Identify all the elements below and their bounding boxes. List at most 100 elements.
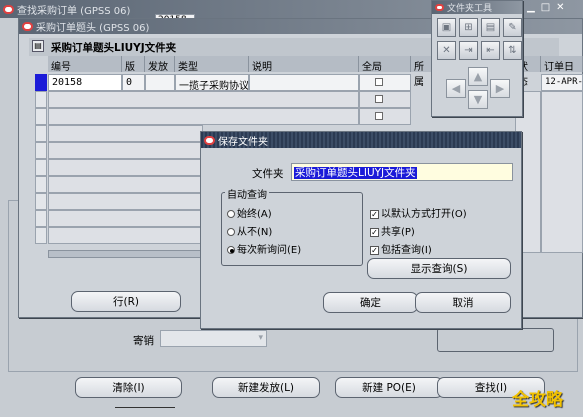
new-po-button[interactable]: 新建 PO(E) (335, 377, 443, 398)
oracle-icon (22, 22, 33, 31)
close-icon[interactable]: ✕ (556, 2, 570, 13)
cell-revision[interactable]: 0 (122, 74, 145, 91)
table-row[interactable] (48, 193, 203, 210)
radio-never-label: 从不(N) (237, 227, 273, 238)
clear-button[interactable]: 清除(I) (75, 377, 182, 398)
bottom-strip (115, 407, 175, 417)
col-header-global[interactable]: 全局 (359, 56, 411, 73)
global-checkbox[interactable] (375, 112, 383, 120)
lines-button[interactable]: 行(R) (71, 291, 181, 312)
minimize-icon[interactable]: ▁ (527, 2, 541, 13)
oracle-icon (204, 135, 215, 145)
save-folder-titlebar: 保存文件夹 (201, 132, 521, 148)
row-selector[interactable] (35, 91, 47, 108)
row-selector[interactable] (35, 159, 47, 176)
col-header-description[interactable]: 说明 (249, 56, 359, 73)
folder-name: 采购订单题头LIUYJ文件夹 (51, 42, 177, 54)
cell-date[interactable]: 12-APR- (541, 74, 583, 91)
radio-always-label: 始终(A) (237, 209, 272, 220)
left-arrow-icon[interactable]: ◀ (446, 79, 466, 98)
save-folder-icon[interactable]: ▤ (481, 18, 500, 37)
radio-ask-indicator[interactable] (227, 246, 235, 254)
widen-column-icon[interactable]: ⇤ (481, 41, 500, 60)
horizontal-scrollbar[interactable] (48, 250, 203, 258)
radio-never-indicator[interactable] (227, 228, 235, 236)
check-include-query-box[interactable]: ✓ (370, 245, 379, 255)
edit-folder-icon[interactable]: ✎ (503, 18, 522, 37)
table-row[interactable] (48, 159, 203, 176)
save-folder-title: 保存文件夹 (218, 136, 268, 148)
folder-tools-palette: 文件夹工具 ▣ ⊞ ▤ ✎ ✕ ⇥ ⇤ ⇅ ▲ ◀ ▶ ▼ (431, 0, 523, 117)
table-row[interactable] (48, 108, 359, 125)
cell-description[interactable] (249, 74, 359, 91)
po-summary-title: 采购订单题头 (GPSS 06) (36, 23, 150, 34)
new-folder-icon[interactable]: ⊞ (459, 18, 478, 37)
site-watermark-logo: 全攻略 (512, 390, 563, 410)
col-header-release[interactable]: 发放 (145, 56, 175, 73)
find-po-title: 查找采购订单 (GPSS 06) (17, 5, 131, 17)
col-header-owner[interactable]: 所属 (411, 56, 433, 88)
cell-global[interactable] (359, 74, 411, 91)
table-row-global[interactable] (359, 91, 411, 108)
row-selector[interactable] (35, 210, 47, 227)
radio-never[interactable]: 从不(N) (227, 223, 272, 238)
sort-icon[interactable]: ⇅ (503, 41, 522, 60)
consigned-select[interactable]: ▾ (160, 330, 267, 347)
folder-list-icon[interactable]: ▤ (32, 40, 44, 52)
cell-type[interactable]: 一揽子采购协议 (175, 74, 249, 91)
table-row-global[interactable] (359, 108, 411, 125)
show-query-button[interactable]: 显示查询(S) (367, 258, 511, 279)
maximize-icon[interactable]: □ (541, 2, 556, 13)
table-row[interactable] (48, 227, 203, 244)
check-open-default-label: 以默认方式打开(O) (381, 209, 467, 220)
radio-always[interactable]: 始终(A) (227, 205, 272, 220)
cell-number[interactable]: 20158 (48, 74, 122, 91)
shrink-column-icon[interactable]: ⇥ (459, 41, 478, 60)
table-row[interactable] (48, 91, 359, 108)
folder-label: 文件夹 (252, 168, 284, 180)
ok-button[interactable]: 确定 (323, 292, 418, 313)
row-selector[interactable] (35, 125, 47, 142)
autoquery-group-label: 自动查询 (225, 186, 269, 201)
row-current-indicator[interactable] (35, 74, 47, 91)
radio-always-indicator[interactable] (227, 210, 235, 218)
delete-folder-icon[interactable]: ✕ (437, 41, 456, 60)
cell-release[interactable] (145, 74, 175, 91)
up-arrow-icon[interactable]: ▲ (468, 67, 488, 86)
radio-ask-each-time[interactable]: 每次新询问(E) (227, 241, 301, 256)
table-row[interactable] (48, 125, 203, 142)
radio-ask-label: 每次新询问(E) (237, 245, 302, 256)
check-open-as-default[interactable]: ✓ 以默认方式打开(O) (370, 205, 467, 220)
col-header-revision[interactable]: 版本 (122, 56, 145, 88)
row-selector[interactable] (35, 108, 47, 125)
table-row[interactable] (48, 176, 203, 193)
check-include-query[interactable]: ✓ 包括查询(I) (370, 241, 432, 256)
check-public-label: 共享(P) (381, 227, 415, 238)
date-column-rows (541, 91, 583, 253)
row-selector[interactable] (35, 227, 47, 244)
check-open-default-box[interactable]: ✓ (370, 209, 379, 219)
col-header-type[interactable]: 类型 (175, 56, 249, 73)
oracle-icon (3, 4, 14, 14)
table-row[interactable] (48, 142, 203, 159)
global-checkbox[interactable] (375, 78, 383, 86)
down-arrow-icon[interactable]: ▼ (468, 90, 488, 109)
check-public-box[interactable]: ✓ (370, 227, 379, 237)
folder-open-icon[interactable]: ▣ (437, 18, 456, 37)
table-row[interactable] (48, 210, 203, 227)
check-public[interactable]: ✓ 共享(P) (370, 223, 415, 238)
new-release-button[interactable]: 新建发放(L) (212, 377, 320, 398)
right-input-box[interactable] (437, 328, 554, 352)
right-arrow-icon[interactable]: ▶ (490, 79, 510, 98)
folder-tools-titlebar: 文件夹工具 (432, 1, 522, 14)
folder-name-input[interactable]: 采购订单题头LIUYJ文件夹 (291, 163, 513, 181)
row-selector[interactable] (35, 193, 47, 210)
col-header-number[interactable]: 编号 (48, 56, 122, 73)
folder-name-value: 采购订单题头LIUYJ文件夹 (294, 167, 417, 179)
row-selector[interactable] (35, 142, 47, 159)
window-controls: ▁□✕ (527, 2, 583, 14)
cancel-button[interactable]: 取消 (415, 292, 511, 313)
row-selector[interactable] (35, 176, 47, 193)
col-header-date[interactable]: 订单日期 (541, 56, 583, 88)
global-checkbox[interactable] (375, 95, 383, 103)
